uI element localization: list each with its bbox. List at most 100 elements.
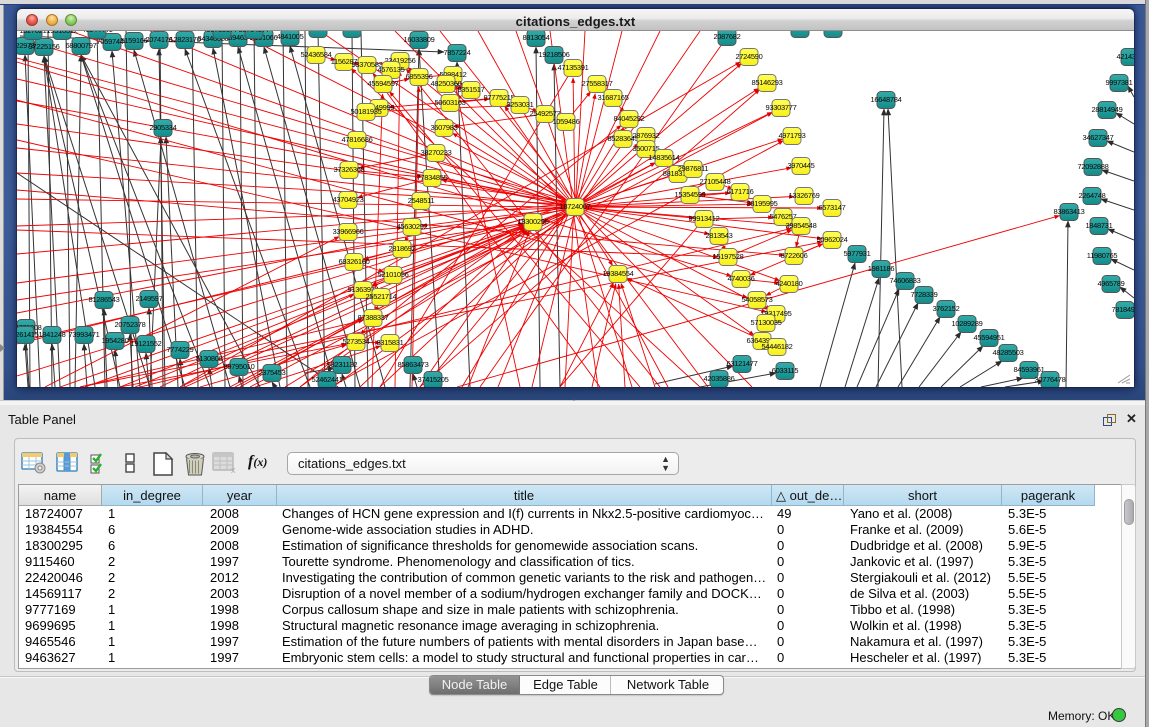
svg-text:1059486: 1059486 bbox=[552, 117, 579, 126]
svg-text:38754377: 38754377 bbox=[239, 31, 270, 34]
svg-text:30776478: 30776478 bbox=[1035, 375, 1066, 384]
svg-text:89795010: 89795010 bbox=[224, 362, 255, 371]
svg-text:2548511: 2548511 bbox=[408, 196, 435, 205]
svg-text:11980765: 11980765 bbox=[1087, 251, 1118, 260]
svg-text:68800797: 68800797 bbox=[66, 41, 97, 50]
svg-text:2724590: 2724590 bbox=[735, 52, 762, 61]
svg-text:4214348: 4214348 bbox=[1116, 52, 1134, 61]
svg-text:50603163: 50603163 bbox=[435, 98, 466, 107]
svg-text:1848731: 1848731 bbox=[1085, 221, 1112, 230]
svg-text:4576135: 4576135 bbox=[377, 65, 404, 74]
svg-text:9997381: 9997381 bbox=[1105, 78, 1132, 87]
svg-text:x: x bbox=[231, 465, 236, 474]
svg-text:85863473: 85863473 bbox=[398, 360, 429, 369]
svg-text:19121552: 19121552 bbox=[131, 339, 162, 348]
svg-text:27558317: 27558317 bbox=[582, 79, 613, 88]
svg-text:1954280: 1954280 bbox=[101, 336, 128, 345]
svg-text:68326160: 68326160 bbox=[339, 257, 370, 266]
svg-text:57130035: 57130035 bbox=[751, 318, 782, 327]
svg-text:45594951: 45594951 bbox=[974, 333, 1005, 342]
svg-text:19384554: 19384554 bbox=[603, 269, 634, 278]
svg-text:74606833: 74606833 bbox=[890, 276, 921, 285]
svg-text:16033809: 16033809 bbox=[404, 35, 435, 44]
svg-text:50962024: 50962024 bbox=[817, 235, 848, 244]
svg-text:42614537: 42614537 bbox=[785, 31, 816, 33]
svg-text:3607983: 3607983 bbox=[430, 123, 457, 132]
svg-text:2375453: 2375453 bbox=[258, 368, 285, 377]
svg-text:6171716: 6171716 bbox=[726, 187, 753, 196]
svg-text:34627347: 34627347 bbox=[1083, 133, 1114, 142]
svg-text:45594597: 45594597 bbox=[368, 79, 399, 88]
svg-text:4740036: 4740036 bbox=[727, 274, 754, 283]
svg-text:1527021: 1527021 bbox=[19, 31, 46, 35]
svg-text:99788677: 99788677 bbox=[207, 31, 238, 34]
svg-text:5130808: 5130808 bbox=[195, 354, 222, 363]
svg-text:63121477: 63121477 bbox=[727, 359, 758, 368]
svg-text:16648784: 16648784 bbox=[871, 95, 902, 104]
svg-text:93303777: 93303777 bbox=[766, 103, 797, 112]
svg-text:6573147: 6573147 bbox=[818, 203, 845, 212]
svg-text:3253031: 3253031 bbox=[506, 100, 533, 109]
svg-text:19218506: 19218506 bbox=[539, 50, 570, 59]
svg-text:5273534: 5273534 bbox=[342, 337, 369, 346]
svg-text:2818692: 2818692 bbox=[388, 244, 415, 253]
svg-text:64634663: 64634663 bbox=[818, 31, 849, 33]
svg-text:29876811: 29876811 bbox=[678, 164, 709, 173]
svg-text:84045292: 84045292 bbox=[614, 114, 645, 123]
svg-text:98231132: 98231132 bbox=[327, 360, 358, 369]
svg-text:83863413: 83863413 bbox=[1054, 207, 1085, 216]
svg-text:19510312: 19510312 bbox=[47, 31, 78, 35]
svg-text:52101056: 52101056 bbox=[378, 270, 409, 279]
svg-text:7818496: 7818496 bbox=[1111, 305, 1134, 314]
svg-text:7728339: 7728339 bbox=[910, 290, 937, 299]
svg-text:3762152: 3762152 bbox=[932, 304, 959, 313]
svg-text:2876932: 2876932 bbox=[632, 131, 659, 140]
svg-text:8722606: 8722606 bbox=[780, 251, 807, 260]
svg-text:14835614: 14835614 bbox=[649, 153, 680, 162]
svg-text:85146293: 85146293 bbox=[752, 78, 783, 87]
svg-text:77834855: 77834855 bbox=[417, 173, 448, 182]
svg-text:31687165: 31687165 bbox=[598, 93, 629, 102]
svg-text:47135391: 47135391 bbox=[558, 63, 589, 72]
svg-text:10289289: 10289289 bbox=[952, 319, 983, 328]
svg-text:45630292: 45630292 bbox=[397, 222, 428, 231]
svg-text:2813543: 2813543 bbox=[705, 231, 732, 240]
svg-text:6261415: 6261415 bbox=[17, 330, 39, 339]
svg-text:1841248: 1841248 bbox=[38, 330, 65, 339]
svg-text:72092888: 72092888 bbox=[1078, 162, 1109, 171]
svg-text:8813054: 8813054 bbox=[522, 33, 549, 42]
svg-text:33966966: 33966966 bbox=[333, 227, 364, 236]
svg-text:18300295: 18300295 bbox=[518, 217, 549, 226]
svg-text:47816686: 47816686 bbox=[342, 135, 373, 144]
svg-text:84593961: 84593961 bbox=[1014, 365, 1045, 374]
svg-text:4841005: 4841005 bbox=[276, 32, 303, 41]
svg-text:20752378: 20752378 bbox=[115, 320, 146, 329]
svg-text:87388337: 87388337 bbox=[358, 313, 389, 322]
svg-text:54446182: 54446182 bbox=[762, 342, 793, 351]
svg-text:38270233: 38270233 bbox=[421, 148, 452, 157]
svg-text:48285503: 48285503 bbox=[993, 348, 1024, 357]
svg-text:5977931: 5977931 bbox=[843, 249, 870, 258]
svg-text:97225156: 97225156 bbox=[29, 42, 60, 51]
svg-text:5159166: 5159166 bbox=[120, 36, 147, 45]
svg-text:99913412: 99913412 bbox=[689, 214, 720, 223]
svg-text:2905334: 2905334 bbox=[149, 123, 176, 132]
svg-text:28814949: 28814949 bbox=[1092, 105, 1123, 114]
svg-text:1981186: 1981186 bbox=[868, 264, 895, 273]
svg-text:43704923: 43704923 bbox=[333, 195, 364, 204]
svg-text:37326368: 37326368 bbox=[334, 165, 365, 174]
svg-text:42035886: 42035886 bbox=[704, 374, 735, 383]
svg-text:25521714: 25521714 bbox=[366, 292, 397, 301]
svg-text:81286543: 81286543 bbox=[89, 295, 120, 304]
svg-text:73993471: 73993471 bbox=[69, 330, 100, 339]
svg-text:6033115: 6033115 bbox=[772, 366, 799, 375]
svg-text:37415205: 37415205 bbox=[418, 375, 449, 384]
svg-text:7774229: 7774229 bbox=[166, 345, 193, 354]
svg-text:7857224: 7857224 bbox=[443, 48, 470, 57]
svg-text:41944441: 41944441 bbox=[82, 31, 113, 34]
svg-text:4965789: 4965789 bbox=[1097, 279, 1124, 288]
svg-text:38195995: 38195995 bbox=[747, 199, 778, 208]
svg-text:13326769: 13326769 bbox=[789, 191, 820, 200]
svg-text:87337818: 87337818 bbox=[337, 31, 368, 33]
svg-text:52436584: 52436584 bbox=[301, 50, 332, 59]
